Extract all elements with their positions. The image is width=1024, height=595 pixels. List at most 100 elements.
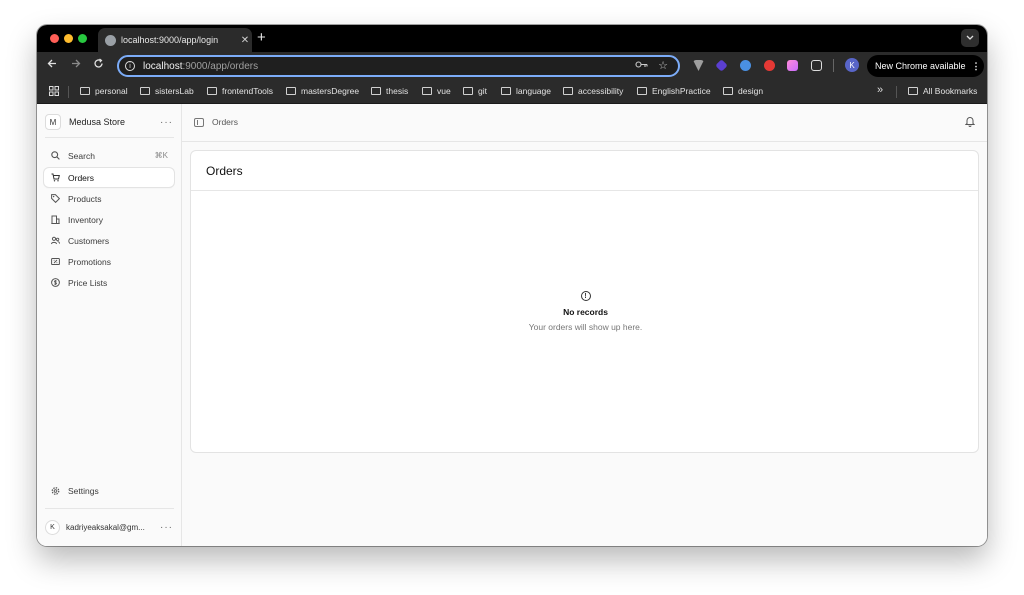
sidebar-item-orders[interactable]: Orders	[44, 168, 174, 187]
sidebar-item-label: Price Lists	[68, 277, 108, 288]
bookmark-label: EnglishPractice	[652, 86, 711, 96]
sidebar: M Medusa Store ··· Search ⌘K Orders Prod…	[37, 104, 182, 546]
folder-icon	[286, 87, 296, 95]
gear-icon	[51, 486, 60, 495]
bookmark-label: design	[738, 86, 764, 96]
users-icon	[51, 236, 60, 245]
extension-pink-icon[interactable]	[787, 60, 798, 71]
reload-button[interactable]	[93, 58, 104, 72]
back-button[interactable]	[47, 58, 58, 72]
sidebar-toggle-icon[interactable]	[194, 118, 204, 127]
sidebar-item-customers[interactable]: Customers	[44, 231, 174, 250]
exclamation-circle-icon: !	[580, 291, 591, 301]
bookmark-label: vue	[437, 86, 451, 96]
empty-state-title: No records	[563, 307, 608, 317]
bookmark-label: language	[516, 86, 551, 96]
sidebar-item-products[interactable]: Products	[44, 189, 174, 208]
more-bookmarks-icon[interactable]: »	[877, 84, 883, 96]
bookmark-folder[interactable]: sistersLab	[140, 86, 194, 96]
bookmark-folder[interactable]: vue	[422, 86, 451, 96]
bookmarks-bar: personal sistersLab frontendTools master…	[37, 80, 987, 104]
all-bookmarks[interactable]: All Bookmarks	[908, 86, 977, 96]
password-key-icon[interactable]	[635, 60, 648, 72]
store-avatar: M	[45, 114, 61, 130]
chrome-update-button[interactable]: New Chrome available ⋮	[867, 55, 984, 77]
apps-grid-icon[interactable]	[49, 86, 59, 96]
bookmark-folder[interactable]: accessibility	[563, 86, 623, 96]
bookmarks-divider	[68, 86, 69, 98]
search-icon	[51, 151, 60, 160]
bookmark-folder[interactable]: personal	[80, 86, 128, 96]
bookmarks-divider	[896, 86, 897, 98]
receipt-percent-icon	[51, 257, 60, 266]
profile-avatar[interactable]: K	[845, 58, 859, 72]
user-avatar: K	[45, 519, 60, 535]
zoom-window-button[interactable]	[78, 34, 87, 43]
kebab-menu-icon[interactable]: ⋮	[972, 61, 981, 72]
tab-search-button[interactable]	[961, 29, 979, 47]
forward-button[interactable]	[70, 58, 81, 72]
toolbar-divider	[833, 59, 834, 72]
folder-icon	[723, 87, 733, 95]
site-info-icon[interactable]: i	[125, 61, 135, 71]
more-icon[interactable]: ···	[160, 117, 173, 128]
bookmark-label: thesis	[386, 86, 409, 96]
sidebar-divider	[45, 137, 174, 138]
cart-icon	[51, 173, 60, 182]
sidebar-item-search[interactable]: Search ⌘K	[44, 146, 174, 165]
breadcrumb[interactable]: Orders	[212, 117, 238, 127]
sidebar-item-label: Customers	[68, 235, 110, 246]
bookmark-folder[interactable]: thesis	[371, 86, 408, 96]
store-switcher[interactable]: M Medusa Store ···	[45, 113, 173, 131]
bookmark-folder[interactable]: mastersDegree	[286, 86, 359, 96]
bookmark-star-icon[interactable]: ☆	[658, 59, 668, 72]
extensions-puzzle-icon[interactable]	[811, 60, 822, 71]
building-icon	[51, 215, 60, 224]
new-tab-button[interactable]: +	[257, 29, 266, 46]
folder-icon	[563, 87, 573, 95]
sidebar-item-label: Settings	[68, 485, 99, 496]
more-icon[interactable]: ···	[160, 522, 173, 533]
empty-state-subtitle: Your orders will show up here.	[528, 322, 643, 332]
sidebar-item-settings[interactable]: Settings	[44, 481, 174, 500]
minimize-window-button[interactable]	[64, 34, 73, 43]
sidebar-item-label: Products	[68, 193, 102, 204]
orders-card: Orders ! No records Your orders will sho…	[190, 150, 979, 453]
medusa-admin: M Medusa Store ··· Search ⌘K Orders Prod…	[37, 104, 987, 546]
folder-icon	[422, 87, 432, 95]
notifications-bell-icon[interactable]	[964, 116, 976, 130]
page-title: Orders	[206, 163, 243, 178]
sidebar-item-inventory[interactable]: Inventory	[44, 210, 174, 229]
extension-v-icon[interactable]	[693, 60, 704, 71]
bookmark-folder[interactable]: design	[723, 86, 763, 96]
bookmark-folder[interactable]: EnglishPractice	[637, 86, 711, 96]
tag-icon	[51, 194, 60, 203]
sidebar-item-label: Inventory	[68, 214, 103, 225]
close-tab-icon[interactable]: ✕	[238, 35, 252, 46]
extension-red-icon[interactable]	[764, 60, 775, 71]
sidebar-item-promotions[interactable]: Promotions	[44, 252, 174, 271]
folder-icon	[80, 87, 90, 95]
extension-purple-icon[interactable]	[715, 59, 728, 72]
arrow-left-icon	[47, 59, 56, 68]
address-bar[interactable]: i localhost :9000/app/orders ☆	[117, 55, 680, 77]
card-header: Orders	[191, 151, 978, 191]
close-window-button[interactable]	[50, 34, 59, 43]
tab-strip: localhost:9000/app/login ✕ +	[37, 25, 987, 52]
bookmark-folder[interactable]: git	[463, 86, 487, 96]
folder-icon	[637, 87, 647, 95]
bookmark-folder[interactable]: frontendTools	[207, 86, 273, 96]
url-path: :9000/app/orders	[182, 60, 259, 72]
bookmark-label: personal	[95, 86, 128, 96]
extension-blue-icon[interactable]	[740, 60, 751, 71]
bookmark-folder[interactable]: language	[501, 86, 551, 96]
globe-icon	[105, 34, 116, 46]
browser-tab[interactable]: localhost:9000/app/login ✕	[98, 28, 252, 52]
user-menu[interactable]: K kadriyeaksakal@gm... ···	[45, 518, 173, 536]
bookmark-label: sistersLab	[155, 86, 194, 96]
sidebar-item-price-lists[interactable]: Price Lists	[44, 273, 174, 292]
chrome-update-label: New Chrome available	[875, 61, 966, 71]
store-name: Medusa Store	[69, 117, 126, 127]
bookmark-label: mastersDegree	[301, 86, 360, 96]
url-host: localhost	[143, 60, 183, 72]
